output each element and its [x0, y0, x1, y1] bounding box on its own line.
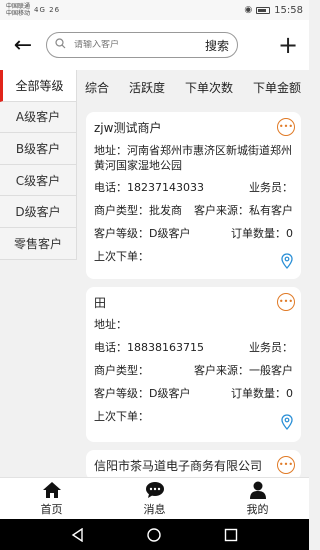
message-icon — [145, 481, 164, 498]
sidebar-item-level-a[interactable]: A级客户 — [0, 101, 76, 134]
network-indicator: 4G 26 — [34, 6, 61, 14]
nav-profile[interactable]: 我的 — [206, 478, 309, 519]
location-pin-icon[interactable] — [281, 414, 293, 430]
sidebar-item-all-levels[interactable]: 全部等级 — [0, 70, 76, 102]
carrier-2: 中国移动 — [6, 10, 31, 17]
sort-tabs: 综合 活跃度 下单次数 下单金额 — [77, 70, 309, 105]
back-triangle-icon[interactable] — [71, 527, 85, 542]
customer-phone: 电话：18838163715 — [94, 341, 204, 354]
customer-card[interactable]: 田 ••• 地址： 电话：18838163715 业务员： 商户类型： 客户来源… — [86, 287, 301, 442]
tab-activity[interactable]: 活跃度 — [129, 79, 165, 96]
customer-level: 客户等级：D级客户 — [94, 227, 191, 240]
last-order-row: 上次下单： — [94, 410, 293, 423]
customer-last-order: 上次下单： — [94, 410, 149, 423]
arrow-left-icon: ← — [13, 32, 33, 58]
customer-list: zjw测试商户 ••• 地址：河南省郑州市惠济区新城街道郑州黄河国家湿地公园 电… — [86, 112, 301, 488]
type-row: 商户类型： 客户来源：一般客户 — [94, 364, 293, 377]
eye-icon: ◉ — [244, 5, 253, 15]
chat-icon[interactable]: ••• — [277, 118, 295, 136]
sidebar-item-retail[interactable]: 零售客户 — [0, 227, 76, 260]
battery-icon — [256, 6, 271, 14]
customer-address: 地址：河南省郑州市惠济区新城街道郑州黄河国家湿地公园 — [94, 144, 292, 172]
system-nav-bar — [0, 519, 309, 550]
nav-home-label: 首页 — [40, 502, 63, 516]
search-box[interactable]: 搜索 — [46, 32, 238, 58]
header: ← 搜索 + — [0, 20, 309, 70]
add-customer-button[interactable]: + — [267, 31, 309, 59]
search-button[interactable]: 搜索 — [205, 37, 229, 54]
status-right: ◉ 15:58 — [244, 5, 303, 16]
nav-messages-label: 消息 — [143, 502, 166, 516]
sidebar-item-level-b[interactable]: B级客户 — [0, 133, 76, 165]
recents-square-icon[interactable] — [224, 528, 238, 542]
customer-type: 商户类型：批发商 — [94, 204, 182, 217]
sidebar-item-level-d[interactable]: D级客户 — [0, 196, 76, 228]
chat-icon[interactable]: ••• — [277, 456, 295, 474]
type-row: 商户类型：批发商 客户来源：私有客户 — [94, 204, 293, 217]
back-button[interactable]: ← — [0, 20, 46, 70]
nav-home[interactable]: 首页 — [0, 478, 103, 519]
tab-order-count[interactable]: 下单次数 — [185, 79, 233, 96]
customer-card[interactable]: 信阳市茶马道电子商务有限公司 ••• — [86, 450, 301, 480]
customer-name: zjw测试商户 — [94, 121, 162, 135]
customer-type: 商户类型： — [94, 364, 149, 377]
level-row: 客户等级：D级客户 订单数量：0 — [94, 387, 293, 400]
profile-icon — [249, 481, 266, 499]
phone-row: 电话：18237143033 业务员： — [94, 181, 293, 194]
carrier-1: 中国联通 — [6, 3, 31, 10]
search-icon — [55, 38, 66, 52]
carrier-info: 中国联通 中国移动 — [6, 3, 30, 17]
customer-order-count: 订单数量：0 — [231, 387, 293, 400]
customer-salesman: 业务员： — [249, 181, 293, 194]
customer-order-count: 订单数量：0 — [231, 227, 293, 240]
location-pin-icon[interactable] — [281, 253, 293, 269]
search-input[interactable] — [74, 40, 184, 50]
customer-phone: 电话：18237143033 — [94, 181, 204, 194]
tab-overall[interactable]: 综合 — [85, 79, 109, 96]
level-row: 客户等级：D级客户 订单数量：0 — [94, 227, 293, 240]
level-sidebar: 全部等级 A级客户 B级客户 C级客户 D级客户 零售客户 — [0, 70, 77, 260]
tab-order-amount[interactable]: 下单金额 — [253, 79, 301, 96]
customer-source: 客户来源：私有客户 — [194, 204, 293, 217]
customer-salesman: 业务员： — [249, 341, 293, 354]
customer-name: 信阳市茶马道电子商务有限公司 — [94, 459, 263, 473]
home-circle-icon[interactable] — [147, 527, 162, 542]
customer-source: 客户来源：一般客户 — [194, 364, 293, 377]
last-order-row: 上次下单： — [94, 250, 293, 263]
status-bar: 中国联通 中国移动 4G 26 ◉ 15:58 — [0, 0, 309, 20]
sidebar-item-level-c[interactable]: C级客户 — [0, 164, 76, 197]
home-icon — [42, 481, 61, 498]
customer-level: 客户等级：D级客户 — [94, 387, 191, 400]
customer-address: 地址： — [94, 318, 127, 331]
clock-time: 15:58 — [274, 4, 303, 16]
phone-row: 电话：18838163715 业务员： — [94, 341, 293, 354]
bottom-nav: 首页 消息 我的 — [0, 477, 309, 519]
customer-name: 田 — [94, 296, 107, 310]
customer-last-order: 上次下单： — [94, 250, 149, 263]
customer-card[interactable]: zjw测试商户 ••• 地址：河南省郑州市惠济区新城街道郑州黄河国家湿地公园 电… — [86, 112, 301, 279]
chat-icon[interactable]: ••• — [277, 293, 295, 311]
nav-messages[interactable]: 消息 — [103, 478, 206, 519]
nav-profile-label: 我的 — [246, 502, 269, 516]
